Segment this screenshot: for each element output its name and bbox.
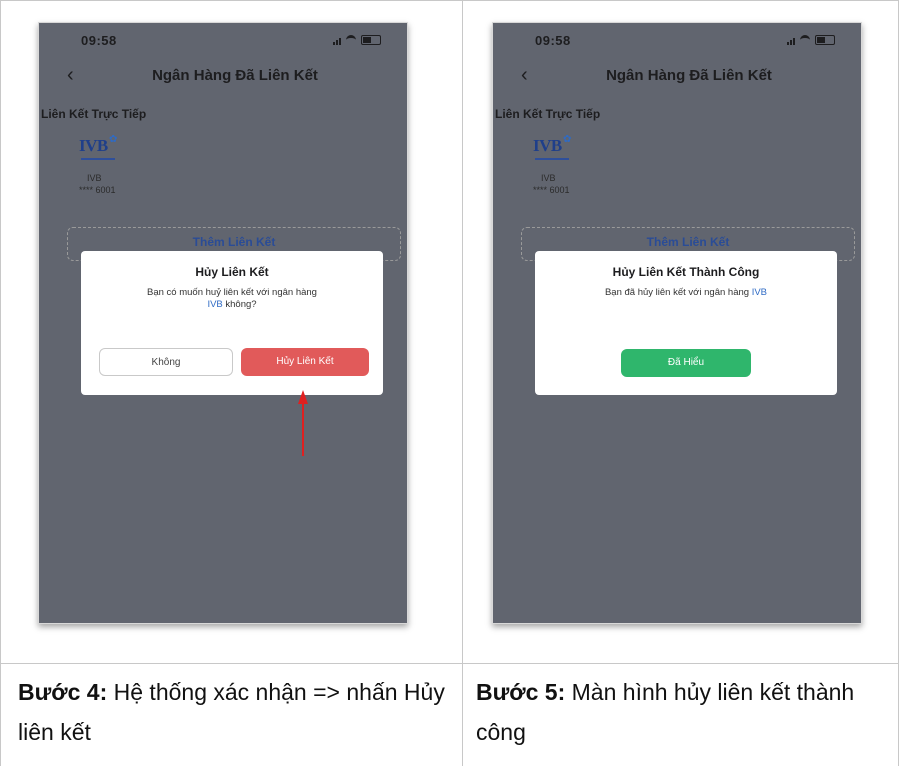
status-time: 09:58 xyxy=(81,33,117,48)
bank-name: IVB xyxy=(541,173,556,183)
nav-bar: ‹ Ngân Hàng Đã Liên Kết xyxy=(493,63,861,93)
dialog-message: Bạn có muốn huỷ liên kết với ngân hàng I… xyxy=(101,287,363,311)
unlink-success-dialog: Hủy Liên Kết Thành Công Bạn đã hủy liên … xyxy=(535,251,837,395)
table-border-top xyxy=(0,0,899,1)
bank-logo-text: IVB xyxy=(533,136,562,155)
status-bar: 09:58 xyxy=(39,23,407,53)
dialog-bank-name: IVB xyxy=(751,287,768,298)
caption-step-5-label: Bước 5: xyxy=(476,679,566,705)
bank-name: IVB xyxy=(87,173,102,183)
status-bar: 09:58 xyxy=(493,23,861,53)
caption-step-4-label: Bước 4: xyxy=(18,679,108,705)
caption-step-4: Bước 4: Hệ thống xác nhận => nhấn Hủy li… xyxy=(18,672,448,752)
confirm-unlink-button[interactable]: Hủy Liên Kết xyxy=(241,348,369,376)
battery-icon xyxy=(815,35,835,45)
dialog-title: Hủy Liên Kết Thành Công xyxy=(612,265,760,279)
dialog-message-text: Bạn có muốn huỷ liên kết với ngân hàng xyxy=(147,287,317,298)
table-border-middle xyxy=(462,0,463,766)
phone-screenshot-step-4: 09:58 ‹ Ngân Hàng Đã Liên Kết Liên Kết T… xyxy=(38,22,408,624)
table-border-left xyxy=(0,0,1,766)
signal-icon xyxy=(787,36,795,45)
dialog-message-suffix: không? xyxy=(225,299,257,310)
table-border-row xyxy=(0,663,899,664)
leaf-icon: ✿ xyxy=(109,134,118,145)
bank-logo[interactable]: IVB ✿ xyxy=(79,134,119,166)
nav-title: Ngân Hàng Đã Liên Kết xyxy=(152,67,318,84)
wifi-icon xyxy=(800,34,810,46)
nav-bar: ‹ Ngân Hàng Đã Liên Kết xyxy=(39,63,407,93)
understood-button[interactable]: Đã Hiểu xyxy=(621,349,751,377)
section-label: Liên Kết Trực Tiếp xyxy=(41,107,147,121)
dialog-message-text: Bạn đã hủy liên kết với ngân hàng xyxy=(604,287,750,298)
bank-account: **** 6001 xyxy=(533,185,570,195)
bank-account: **** 6001 xyxy=(79,185,116,195)
dialog-title: Hủy Liên Kết xyxy=(195,265,269,279)
logo-underline xyxy=(81,158,115,160)
status-icons xyxy=(787,34,835,46)
red-arrow-icon xyxy=(298,390,308,456)
unlink-confirm-dialog: Hủy Liên Kết Bạn có muốn huỷ liên kết vớ… xyxy=(81,251,383,395)
caption-step-5: Bước 5: Màn hình hủy liên kết thành công xyxy=(476,672,886,752)
section-label: Liên Kết Trực Tiếp xyxy=(495,107,601,121)
bank-logo[interactable]: IVB ✿ xyxy=(533,134,573,166)
nav-title: Ngân Hàng Đã Liên Kết xyxy=(606,67,772,84)
status-icons xyxy=(333,34,381,46)
phone-screenshot-step-5: 09:58 ‹ Ngân Hàng Đã Liên Kết Liên Kết T… xyxy=(492,22,862,624)
bank-logo-text: IVB xyxy=(79,136,108,155)
status-time: 09:58 xyxy=(535,33,571,48)
dialog-message: Bạn đã hủy liên kết với ngân hàng IVB xyxy=(555,287,817,299)
no-button[interactable]: Không xyxy=(99,348,233,376)
leaf-icon: ✿ xyxy=(563,134,572,145)
signal-icon xyxy=(333,36,341,45)
wifi-icon xyxy=(346,34,356,46)
logo-underline xyxy=(535,158,569,160)
battery-icon xyxy=(361,35,381,45)
dialog-bank-name: IVB xyxy=(207,299,223,310)
